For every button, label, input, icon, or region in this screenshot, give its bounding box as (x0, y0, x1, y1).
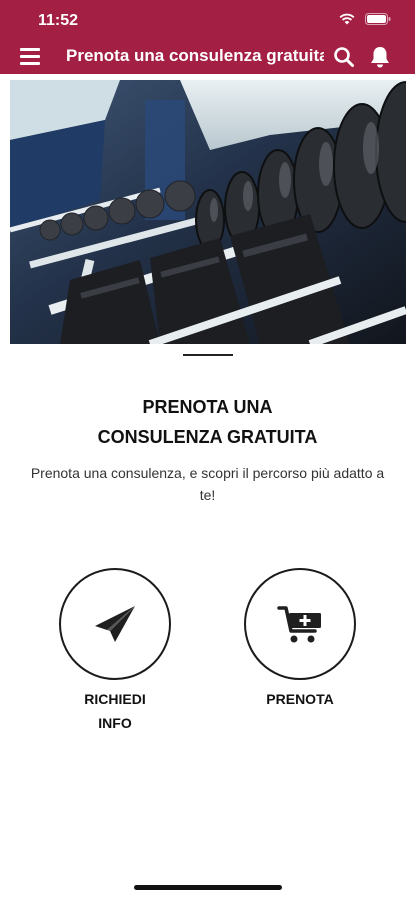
page-title-line1: PRENOTA UNA (142, 397, 273, 417)
status-bar: 11:52 (0, 0, 415, 40)
request-info-label-line1: RICHIEDI (84, 691, 146, 707)
search-icon[interactable] (333, 46, 355, 68)
bell-icon[interactable] (369, 45, 391, 69)
request-info-circle[interactable] (59, 568, 171, 680)
request-info-label-line2: INFO (98, 715, 132, 731)
cart-add-icon (277, 606, 321, 643)
page-title-line2: CONSULENZA GRATUITA (97, 427, 318, 447)
battery-icon (365, 13, 391, 25)
home-indicator[interactable] (134, 885, 282, 890)
request-info-button[interactable]: RICHIEDI INFO (59, 568, 171, 735)
book-label-line1: PRENOTA (266, 691, 334, 707)
page-title: PRENOTA UNA CONSULENZA GRATUITA (40, 392, 375, 452)
paper-plane-icon (95, 606, 135, 642)
request-info-label: RICHIEDI INFO (59, 687, 171, 735)
status-icons (339, 13, 391, 25)
status-time: 11:52 (38, 12, 79, 29)
wifi-icon (339, 13, 355, 25)
app-bar: Prenota una consulenza gratuita (0, 40, 415, 74)
hamburger-menu-button[interactable] (20, 48, 40, 66)
page-header-title: Prenota una consulenza gratuita (66, 46, 324, 65)
dumbbell-rack-image (10, 80, 406, 344)
book-label: PRENOTA (244, 687, 356, 711)
page-subtitle: Prenota una consulenza, e scopri il perc… (30, 465, 385, 503)
book-circle[interactable] (244, 568, 356, 680)
section-divider (183, 354, 233, 356)
book-button[interactable]: PRENOTA (244, 568, 356, 711)
hero-image (10, 80, 406, 344)
